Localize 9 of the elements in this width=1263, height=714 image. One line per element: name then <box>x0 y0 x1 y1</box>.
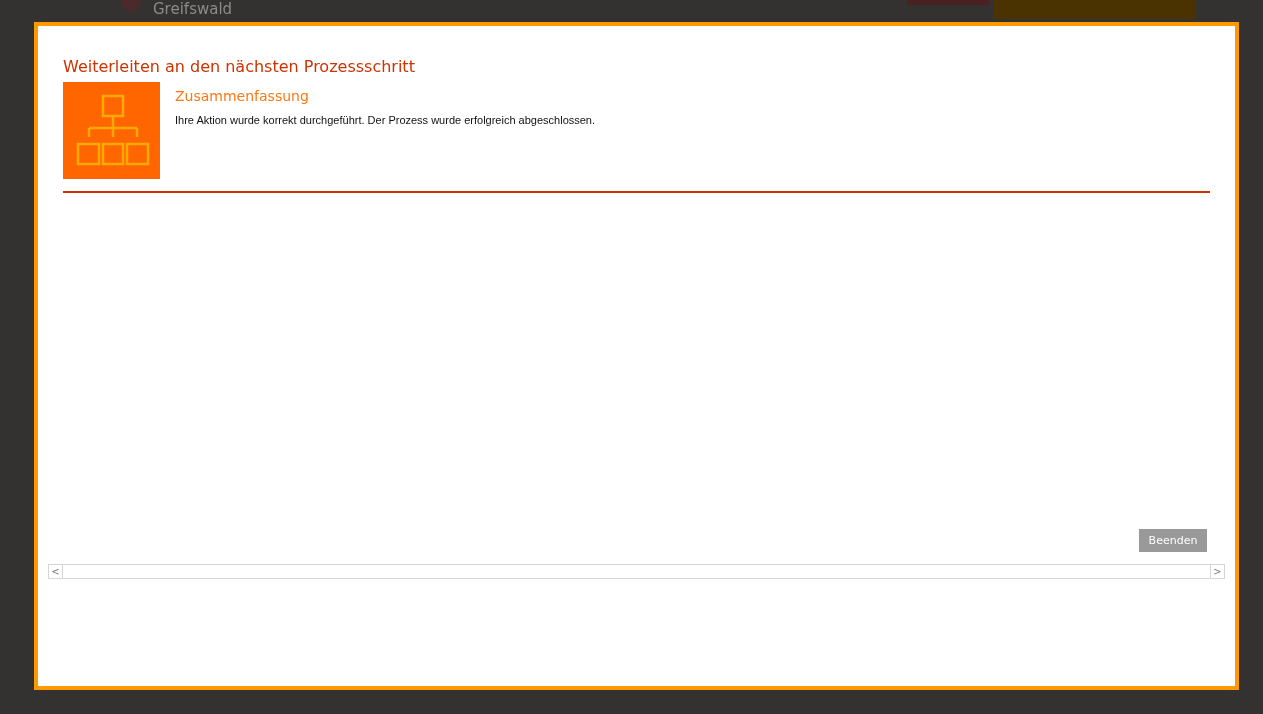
section-title: Zusammenfassung <box>175 87 310 105</box>
scroll-right-button[interactable]: > <box>1210 565 1224 578</box>
scroll-left-button[interactable]: < <box>49 565 63 578</box>
dialog-title: Weiterleiten an den nächsten Prozessschritt <box>63 57 416 77</box>
logo-text: Greifswald <box>153 1 233 18</box>
horizontal-scrollbar[interactable]: < > <box>48 564 1225 579</box>
message-text: Ihre Aktion wurde korrekt durchgeführt. Der Prozess wurde erfolgreich abgeschlossen. <box>175 114 596 126</box>
finish-button[interactable]: Beenden <box>1139 529 1207 552</box>
hierarchy-icon <box>63 82 160 179</box>
